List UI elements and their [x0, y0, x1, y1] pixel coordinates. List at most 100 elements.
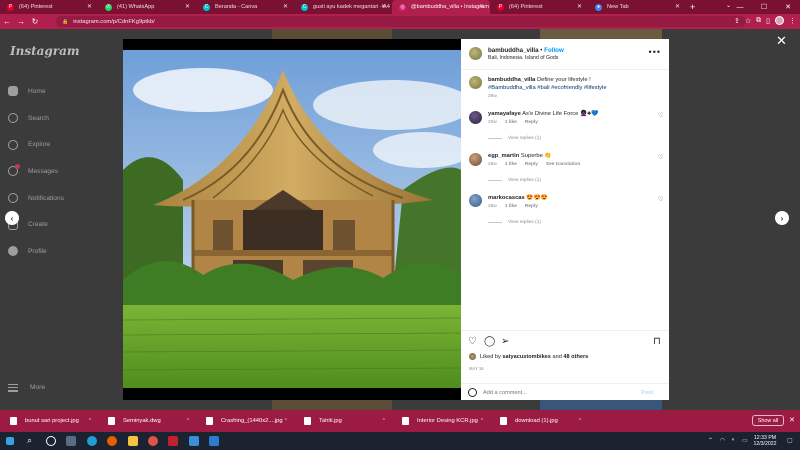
previous-post-arrow-icon[interactable]: ‹ — [5, 211, 19, 225]
close-window-button[interactable]: ✕ — [776, 3, 800, 11]
sidebar-item-profile[interactable]: Profile — [8, 238, 64, 265]
like-comment-icon[interactable]: ♡ — [658, 112, 663, 119]
download-item[interactable]: Seminyak.dwg ⌃ — [98, 410, 196, 432]
tab-close-icon[interactable]: ✕ — [675, 3, 680, 10]
reply-button[interactable]: Reply — [525, 162, 538, 167]
system-tray-chevron-icon[interactable]: ⌃ — [708, 437, 713, 444]
liked-by-others[interactable]: 48 others — [563, 354, 588, 360]
comment-bubble-icon[interactable]: ◯ — [484, 336, 495, 347]
chevron-up-icon[interactable]: ⌃ — [284, 418, 288, 424]
instagram-logo[interactable]: Instagram — [10, 44, 80, 58]
download-item[interactable]: Interior Desing KCR.jpg ⌃ — [392, 410, 490, 432]
comment-likes[interactable]: 1 like — [505, 162, 517, 167]
download-item[interactable]: Tahiti.jpg ⌃ — [294, 410, 392, 432]
comment-username[interactable]: egp_martin — [488, 153, 519, 159]
liker-avatar[interactable] — [469, 353, 476, 360]
autocad-icon[interactable] — [168, 436, 178, 446]
volume-icon[interactable]: ◖ — [731, 437, 735, 443]
forward-button[interactable]: → — [14, 17, 28, 26]
commenter-avatar[interactable] — [469, 111, 482, 124]
windows-start-icon[interactable] — [6, 437, 14, 445]
browser-tab-active[interactable]: ◎ @bambuddha_villa • Instagram ✕ — [392, 0, 490, 14]
view-replies-button[interactable]: View replies (1) — [488, 178, 541, 183]
follow-button[interactable]: Follow — [544, 47, 564, 54]
share-icon[interactable]: ⇪ — [734, 17, 740, 25]
chevron-up-icon[interactable]: ⌃ — [480, 418, 484, 424]
chevron-up-icon[interactable]: ⌃ — [88, 418, 92, 424]
sidebar-item-explore[interactable]: Explore — [8, 131, 64, 158]
caption-hashtags[interactable]: #Bambuddha_villa #bali #ecofriendly #lif… — [488, 85, 607, 91]
extensions-icon[interactable]: ⧉ — [756, 17, 761, 25]
like-comment-icon[interactable]: ♡ — [658, 154, 663, 161]
sidebar-more-button[interactable]: More — [8, 382, 45, 393]
sidebar-item-search[interactable]: Search — [8, 105, 64, 132]
browser-tab[interactable]: P (64) Pinterest ✕ — [490, 0, 588, 14]
sidebar-item-messages[interactable]: Messages — [8, 158, 64, 185]
caption-avatar[interactable] — [469, 76, 482, 89]
back-button[interactable]: ← — [0, 17, 14, 26]
show-all-downloads-button[interactable]: Show all — [752, 415, 784, 426]
comment-likes[interactable]: 1 like — [505, 120, 517, 125]
post-comment-button[interactable]: Post — [641, 390, 653, 396]
search-icon[interactable]: ⌕ — [27, 435, 32, 446]
tab-close-icon[interactable]: ✕ — [479, 3, 484, 10]
comment-username[interactable]: yamayafaye — [488, 111, 521, 117]
download-item[interactable]: download (1).jpg ⌃ — [490, 410, 588, 432]
commenter-avatar[interactable] — [469, 194, 482, 207]
tab-close-icon[interactable]: ✕ — [577, 3, 582, 10]
share-paper-plane-icon[interactable]: ➢ — [501, 336, 509, 347]
like-comment-icon[interactable]: ♡ — [658, 196, 663, 203]
comment-input[interactable] — [483, 389, 633, 396]
notification-icon[interactable]: ▢ — [787, 437, 793, 444]
clock[interactable]: 12:33 PM 12/3/2022 — [752, 435, 778, 447]
widgets-icon[interactable] — [66, 436, 76, 446]
new-tab-button[interactable]: + — [690, 2, 695, 12]
chrome-icon[interactable] — [148, 436, 158, 446]
browser-tab[interactable]: C Beranda - Canva ✕ — [196, 0, 294, 14]
minimize-button[interactable]: — — [728, 4, 752, 11]
reply-button[interactable]: Reply — [525, 120, 538, 125]
post-location[interactable]: Bali, Indonesia. Island of Gods — [488, 55, 558, 61]
profile-avatar[interactable] — [775, 16, 784, 25]
browser-tab[interactable]: P (64) Pinterest ✕ — [0, 0, 98, 14]
emoji-icon[interactable] — [468, 388, 477, 397]
download-item[interactable]: bunut sari project.jpg ⌃ — [0, 410, 98, 432]
author-username[interactable]: bambuddha_villa — [488, 47, 539, 54]
bookmark-star-icon[interactable]: ☆ — [745, 17, 751, 25]
liked-by-user[interactable]: satyacustombikes — [502, 354, 551, 360]
sidebar-item-notifications[interactable]: Notifications — [8, 185, 64, 212]
wifi-icon[interactable]: ◠ — [720, 437, 725, 444]
url-field[interactable]: 🔒 instagram.com/p/CdnFKg9ptkb/ — [56, 16, 746, 27]
reply-button[interactable]: Reply — [525, 204, 538, 209]
tab-close-icon[interactable]: ✕ — [283, 3, 288, 10]
tab-close-icon[interactable]: ✕ — [185, 3, 190, 10]
like-heart-icon[interactable]: ♡ — [468, 336, 477, 347]
file-explorer-icon[interactable] — [128, 436, 138, 446]
browser-tab[interactable]: Cgusti ayu kadek megantari - A4 ✕ — [294, 0, 392, 14]
close-modal-icon[interactable]: ✕ — [776, 33, 787, 49]
firefox-icon[interactable] — [107, 436, 117, 446]
caption-username[interactable]: bambuddha_villa — [488, 77, 535, 83]
photos-icon[interactable] — [189, 436, 199, 446]
view-replies-button[interactable]: View replies (1) — [488, 136, 541, 141]
battery-icon[interactable]: ▭ — [742, 437, 748, 444]
sidebar-item-home[interactable]: Home — [8, 78, 64, 105]
maximize-button[interactable]: ☐ — [752, 3, 776, 11]
chevron-up-icon[interactable]: ⌃ — [578, 418, 582, 424]
reload-button[interactable]: ↻ — [28, 17, 42, 26]
download-item[interactable]: Crashing_(1440x2....jpg ⌃ — [196, 410, 294, 432]
post-image[interactable] — [123, 39, 461, 400]
task-view-icon[interactable] — [46, 436, 56, 446]
menu-dots-icon[interactable]: ⋮ — [789, 17, 796, 25]
browser-tab[interactable]: ✆ (41) WhatsApp ✕ — [98, 0, 196, 14]
next-post-arrow-icon[interactable]: › — [775, 211, 789, 225]
comment-username[interactable]: markocascas — [488, 195, 525, 201]
tab-close-icon[interactable]: ✕ — [381, 3, 386, 10]
comment-likes[interactable]: 1 like — [505, 204, 517, 209]
close-downloads-icon[interactable]: ✕ — [789, 416, 795, 424]
browser-tab[interactable]: ● New Tab ✕ — [588, 0, 686, 14]
edge-icon[interactable] — [87, 436, 97, 446]
author-avatar[interactable] — [469, 47, 482, 60]
tab-close-icon[interactable]: ✕ — [87, 3, 92, 10]
chevron-up-icon[interactable]: ⌃ — [382, 418, 386, 424]
